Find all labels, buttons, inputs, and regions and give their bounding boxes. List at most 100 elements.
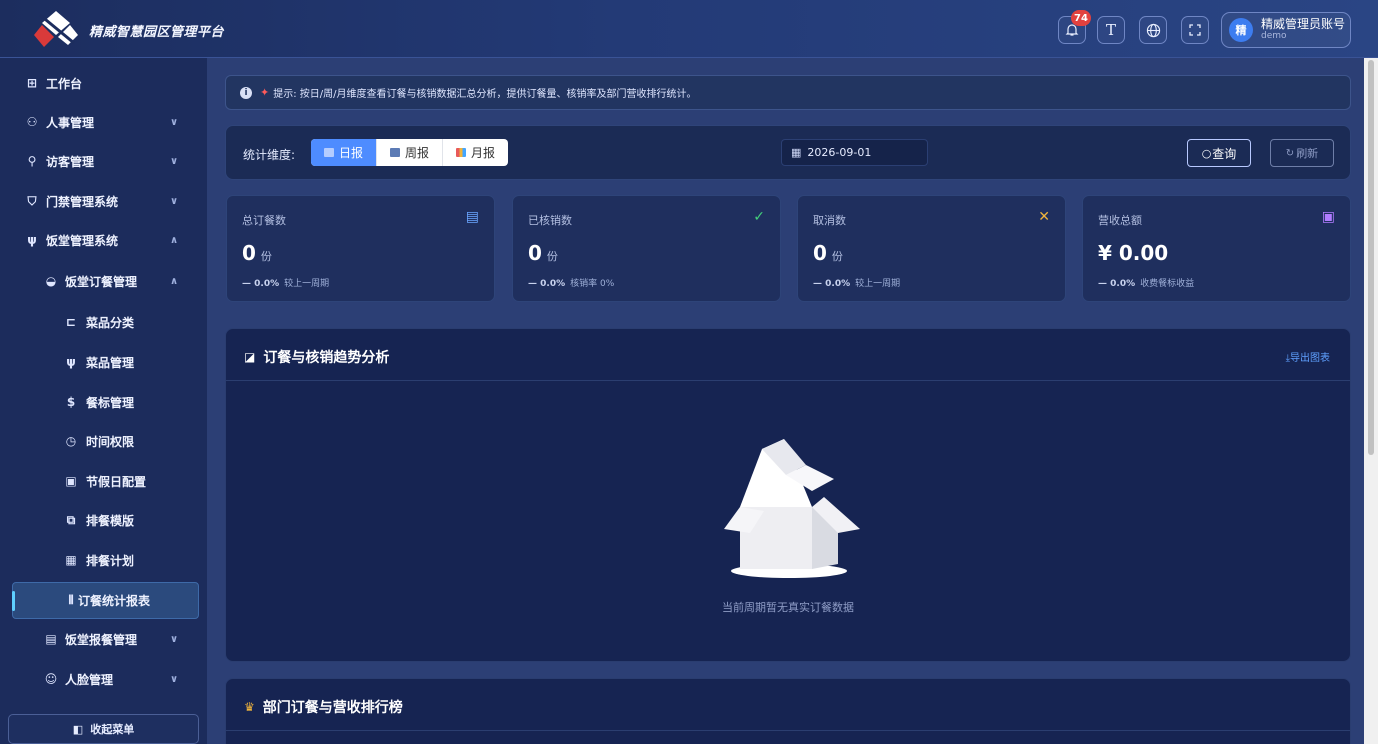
stat-card-verified: 已核销数 ✓ 0份 — 0.0% 核销率 0%: [512, 195, 781, 302]
sidebar-item-label: 人事管理: [46, 115, 95, 130]
check-icon: ✓: [753, 209, 765, 225]
sidebar-item-workbench[interactable]: ⊞ 工作台: [0, 64, 207, 102]
sidebar-item-label: 门禁管理系统: [46, 194, 119, 209]
fullscreen-icon: [1189, 24, 1201, 36]
ranking-panel: ♛ 部门订餐与营收排行榜: [225, 678, 1351, 744]
query-button[interactable]: ○ 查询: [1187, 139, 1251, 167]
refresh-label: 刷新: [1296, 147, 1319, 160]
font-size-button[interactable]: T: [1097, 16, 1125, 44]
empty-box-icon: [724, 439, 860, 578]
category-icon: ⊏: [65, 315, 77, 329]
segment-daily[interactable]: 日报: [311, 139, 378, 166]
template-icon: ⧉: [66, 512, 76, 527]
sidebar-item-visitor[interactable]: ⚲ 访客管理 ∨: [0, 142, 207, 180]
stat-title: 取消数: [813, 214, 846, 227]
fullscreen-button[interactable]: [1181, 16, 1209, 44]
sidebar-item-meal-template[interactable]: ⧉ 排餐模版: [0, 501, 207, 539]
collapse-menu-label: 收起菜单: [90, 723, 135, 736]
people-icon: ⚇: [26, 115, 38, 129]
user-account: demo: [1261, 30, 1287, 41]
dollar-circle-icon: $: [66, 395, 76, 409]
fork-knife-icon: ψ: [66, 355, 76, 369]
sidebar-item-dish-management[interactable]: ψ 菜品管理: [0, 343, 207, 381]
sidebar-item-label: 饭堂报餐管理: [65, 632, 138, 647]
sidebar-item-label: 菜品管理: [86, 355, 135, 370]
notification-badge: 74: [1071, 10, 1091, 26]
sidebar-item-order-report[interactable]: ⫴ 订餐统计报表: [12, 582, 199, 619]
sidebar-item-time-permission[interactable]: ◷ 时间权限: [0, 422, 207, 460]
pin-icon: ✦: [260, 86, 270, 99]
stat-footer: — 0.0% 较上一周期: [813, 279, 901, 289]
panel-title-text: 订餐与核销趋势分析: [263, 350, 390, 366]
trophy-icon: ♛: [244, 700, 255, 714]
query-label: 查询: [1212, 146, 1237, 161]
info-icon: i: [240, 86, 252, 99]
scrollbar-thumb[interactable]: [1368, 60, 1374, 455]
face-scan-icon: ☺: [44, 672, 58, 686]
stat-card-cancelled: 取消数 ✕ 0份 — 0.0% 较上一周期: [797, 195, 1066, 302]
sidebar-item-canteen-system[interactable]: ψ 饭堂管理系统 ∧: [0, 221, 207, 259]
sidebar: ⊞ 工作台 ⚇ 人事管理 ∨ ⚲ 访客管理 ∨ ⛉ 门禁管理系统 ∨ ψ 饭堂管…: [0, 58, 207, 744]
sidebar-item-meal-plan[interactable]: ▦ 排餐计划: [0, 541, 207, 579]
notification-button[interactable]: 74: [1058, 10, 1091, 44]
calendar-icon: [324, 148, 334, 157]
filter-card: 统计维度: 日报 周报 月报 ▦ 2026-09-01 ○ 查询 ↻ 刷新: [225, 125, 1351, 180]
language-button[interactable]: [1139, 16, 1167, 44]
sidebar-item-dish-category[interactable]: ⊏ 菜品分类: [0, 303, 207, 341]
sidebar-item-holiday-config[interactable]: ▣ 节假日配置: [0, 462, 207, 500]
segment-monthly[interactable]: 月报: [443, 139, 508, 166]
shield-icon: ⛉: [27, 193, 37, 208]
sidebar-item-access-control[interactable]: ⛉ 门禁管理系统 ∨: [0, 182, 207, 220]
text-icon: T: [1105, 21, 1116, 39]
chevron-down-icon: ∨: [170, 116, 179, 128]
calendar-icon: ▦: [65, 553, 77, 567]
clipboard-icon: ▤: [45, 632, 57, 646]
bar-chart-icon: ⫴: [68, 593, 74, 607]
calendar-icon: ▦: [791, 146, 802, 159]
user-menu[interactable]: 精 精威管理员账号 demo: [1221, 12, 1351, 48]
collapse-icon: ◧: [72, 722, 84, 736]
date-picker[interactable]: ▦ 2026-09-01: [781, 139, 928, 166]
sidebar-item-hr[interactable]: ⚇ 人事管理 ∨: [0, 103, 207, 141]
collapse-menu-button[interactable]: ◧ 收起菜单: [8, 714, 199, 744]
sidebar-item-label: 访客管理: [46, 154, 95, 169]
sidebar-item-face-management[interactable]: ☺ 人脸管理 ∨: [0, 660, 207, 698]
chevron-down-icon: ∨: [170, 195, 179, 207]
panel-title: ♛ 部门订餐与营收排行榜: [244, 697, 403, 717]
avatar: 精: [1229, 18, 1253, 42]
stat-footer: — 0.0% 较上一周期: [242, 279, 330, 289]
chevron-down-icon: ∨: [170, 633, 179, 645]
sidebar-item-label: 饭堂订餐管理: [65, 274, 138, 289]
stat-card-total-orders: 总订餐数 ▤ 0份 — 0.0% 较上一周期: [226, 195, 495, 302]
visitor-icon: ⚲: [27, 154, 37, 168]
sidebar-item-canteen-ordering[interactable]: ◒ 饭堂订餐管理 ∧: [0, 262, 207, 300]
sidebar-item-label: 排餐计划: [86, 553, 135, 568]
grid-icon: ⊞: [26, 76, 38, 90]
globe-icon: [1146, 23, 1160, 37]
date-value: 2026-09-01: [807, 146, 872, 159]
logo-icon: [34, 11, 78, 47]
wallet-icon: ▣: [1321, 209, 1335, 225]
sidebar-item-label: 排餐模版: [86, 513, 135, 528]
sidebar-item-label: 饭堂管理系统: [46, 233, 119, 248]
segment-label: 月报: [471, 146, 496, 160]
chevron-up-icon: ∧: [170, 234, 179, 246]
refresh-button[interactable]: ↻ 刷新: [1270, 139, 1334, 167]
panel-title: ◪ 订餐与核销趋势分析: [244, 347, 389, 367]
chevron-down-icon: ∨: [170, 673, 179, 685]
stat-footer: — 0.0% 收费餐标收益: [1098, 279, 1195, 289]
stat-title: 已核销数: [528, 214, 572, 227]
chart-icon: [456, 148, 467, 157]
sidebar-item-meal-standard[interactable]: $ 餐标管理: [0, 383, 207, 421]
stat-card-revenue: 营收总额 ▣ ¥ 0.00 — 0.0% 收费餐标收益: [1082, 195, 1351, 302]
empty-state-text: 当前周期暂无真实订餐数据: [722, 601, 854, 614]
dimension-label: 统计维度:: [243, 148, 296, 162]
stat-value: 0份: [813, 241, 843, 265]
stat-value: 0份: [528, 241, 558, 265]
close-icon: ✕: [1038, 209, 1050, 225]
sidebar-item-label: 人脸管理: [65, 672, 114, 687]
fork-knife-icon: ψ: [27, 233, 37, 247]
export-chart-button[interactable]: ⤓导出图表: [1286, 349, 1330, 364]
sidebar-item-canteen-reporting[interactable]: ▤ 饭堂报餐管理 ∨: [0, 620, 207, 658]
segment-weekly[interactable]: 周报: [377, 139, 444, 166]
